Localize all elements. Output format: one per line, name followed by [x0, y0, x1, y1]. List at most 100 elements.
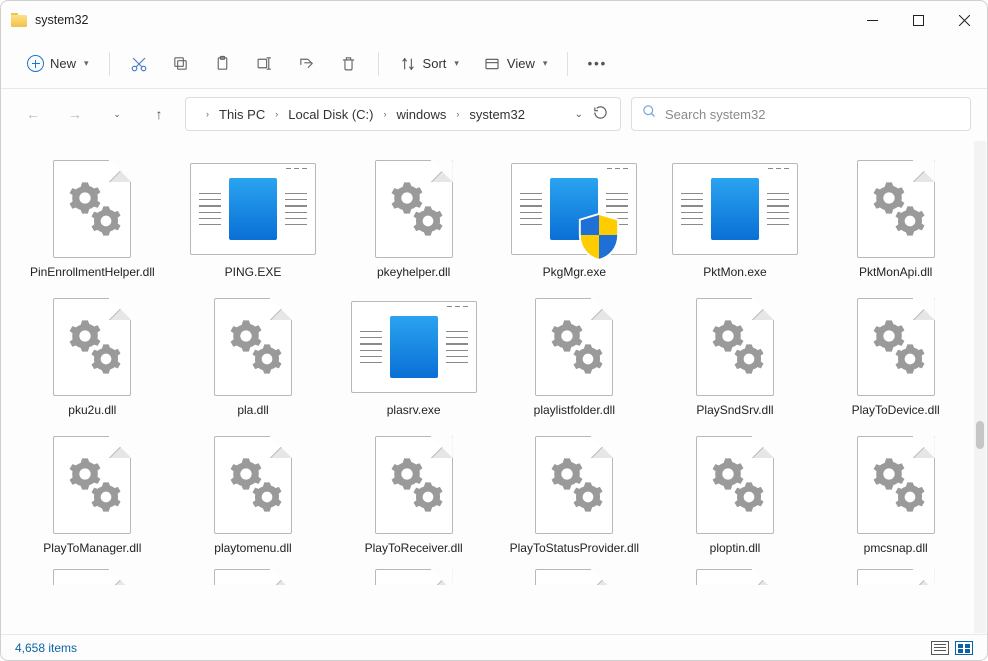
file-item[interactable]: PinEnrollmentHelper.dll: [15, 151, 170, 283]
file-item[interactable]: PkgMgr.exe: [497, 151, 652, 283]
trash-icon: [340, 55, 358, 73]
file-item[interactable]: [497, 565, 652, 585]
file-name: PlayToStatusProvider.dll: [510, 541, 639, 555]
paste-button[interactable]: [204, 47, 242, 81]
forward-button[interactable]: →: [59, 98, 91, 130]
file-thumbnail: [519, 431, 629, 539]
file-thumbnail: [680, 155, 790, 263]
recent-locations-button[interactable]: ⌄: [101, 98, 133, 130]
address-bar[interactable]: › This PC › Local Disk (C:) › windows › …: [185, 97, 621, 131]
view-icon: [483, 55, 501, 73]
file-item[interactable]: ploptin.dll: [658, 427, 813, 559]
up-button[interactable]: ↑: [143, 98, 175, 130]
file-item[interactable]: [658, 565, 813, 585]
minimize-button[interactable]: [849, 1, 895, 39]
chevron-down-icon[interactable]: ⌄: [575, 109, 583, 120]
icons-view-button[interactable]: [955, 641, 973, 655]
file-item[interactable]: PlayToDevice.dll: [818, 289, 973, 421]
file-thumbnail: [359, 569, 469, 585]
copy-icon: [172, 55, 190, 73]
breadcrumb-segment[interactable]: This PC: [215, 104, 269, 125]
breadcrumb-segment[interactable]: windows: [392, 104, 450, 125]
item-count: 4,658 items: [15, 641, 77, 655]
file-thumbnail: [37, 431, 147, 539]
sort-icon: [399, 55, 417, 73]
file-item[interactable]: plasrv.exe: [336, 289, 491, 421]
file-thumbnail: [519, 293, 629, 401]
file-item[interactable]: PktMonApi.dll: [818, 151, 973, 283]
file-item[interactable]: pku2u.dll: [15, 289, 170, 421]
file-name: PktMonApi.dll: [859, 265, 932, 279]
file-name: PlayToDevice.dll: [852, 403, 940, 417]
view-button[interactable]: View ▾: [473, 47, 557, 81]
scrollbar-thumb[interactable]: [976, 421, 984, 449]
file-thumbnail: [198, 293, 308, 401]
file-item[interactable]: pmcsnap.dll: [818, 427, 973, 559]
copy-button[interactable]: [162, 47, 200, 81]
file-pane[interactable]: PinEnrollmentHelper.dll PING.EXE pkeyhel…: [1, 139, 987, 634]
breadcrumb-segment[interactable]: Local Disk (C:): [284, 104, 377, 125]
paste-icon: [214, 55, 232, 73]
file-item[interactable]: [818, 565, 973, 585]
status-bar: 4,658 items: [1, 634, 987, 660]
file-thumbnail: [37, 569, 147, 585]
back-button[interactable]: ←: [17, 98, 49, 130]
chevron-down-icon: ▾: [454, 58, 459, 69]
file-item[interactable]: PlayToManager.dll: [15, 427, 170, 559]
file-name: PinEnrollmentHelper.dll: [30, 265, 155, 279]
rename-button[interactable]: [246, 47, 284, 81]
file-item[interactable]: playlistfolder.dll: [497, 289, 652, 421]
file-name: pla.dll: [237, 403, 268, 417]
file-item[interactable]: PlaySndSrv.dll: [658, 289, 813, 421]
share-button[interactable]: [288, 47, 326, 81]
file-item[interactable]: playtomenu.dll: [176, 427, 331, 559]
file-thumbnail: [519, 155, 629, 263]
file-thumbnail: [359, 155, 469, 263]
rename-icon: [256, 55, 274, 73]
file-name: PlayToManager.dll: [43, 541, 141, 555]
chevron-down-icon: ▾: [84, 58, 89, 69]
sort-button[interactable]: Sort ▾: [389, 47, 469, 81]
search-box[interactable]: [631, 97, 971, 131]
title-bar: system32: [1, 1, 987, 39]
delete-button[interactable]: [330, 47, 368, 81]
new-button[interactable]: New ▾: [17, 47, 99, 81]
file-item[interactable]: [176, 565, 331, 585]
cut-button[interactable]: [120, 47, 158, 81]
file-name: pkeyhelper.dll: [377, 265, 450, 279]
refresh-button[interactable]: [593, 105, 608, 123]
file-name: PING.EXE: [225, 265, 282, 279]
file-name: PlayToReceiver.dll: [365, 541, 463, 555]
window-title: system32: [35, 13, 89, 27]
breadcrumb-segment[interactable]: system32: [465, 104, 529, 125]
search-icon: [642, 104, 657, 124]
file-name: playtomenu.dll: [214, 541, 291, 555]
file-name: ploptin.dll: [710, 541, 761, 555]
maximize-button[interactable]: [895, 1, 941, 39]
file-item[interactable]: PlayToReceiver.dll: [336, 427, 491, 559]
file-thumbnail: [198, 431, 308, 539]
details-view-button[interactable]: [931, 641, 949, 655]
file-thumbnail: [680, 293, 790, 401]
scrollbar[interactable]: [974, 141, 986, 633]
file-item[interactable]: [15, 565, 170, 585]
file-item[interactable]: [336, 565, 491, 585]
toolbar: New ▾ Sort ▾ View ▾ •••: [1, 39, 987, 89]
close-button[interactable]: [941, 1, 987, 39]
file-thumbnail: [37, 155, 147, 263]
scissors-icon: [130, 55, 148, 73]
file-item[interactable]: pla.dll: [176, 289, 331, 421]
file-name: PlaySndSrv.dll: [696, 403, 773, 417]
file-item[interactable]: PktMon.exe: [658, 151, 813, 283]
folder-icon: [11, 13, 27, 27]
file-item[interactable]: PlayToStatusProvider.dll: [497, 427, 652, 559]
more-button[interactable]: •••: [578, 47, 616, 81]
chevron-down-icon: ▾: [543, 58, 548, 69]
file-thumbnail: [841, 293, 951, 401]
file-item[interactable]: PING.EXE: [176, 151, 331, 283]
search-input[interactable]: [665, 107, 960, 122]
share-icon: [298, 55, 316, 73]
file-thumbnail: [359, 293, 469, 401]
file-thumbnail: [198, 569, 308, 585]
file-item[interactable]: pkeyhelper.dll: [336, 151, 491, 283]
